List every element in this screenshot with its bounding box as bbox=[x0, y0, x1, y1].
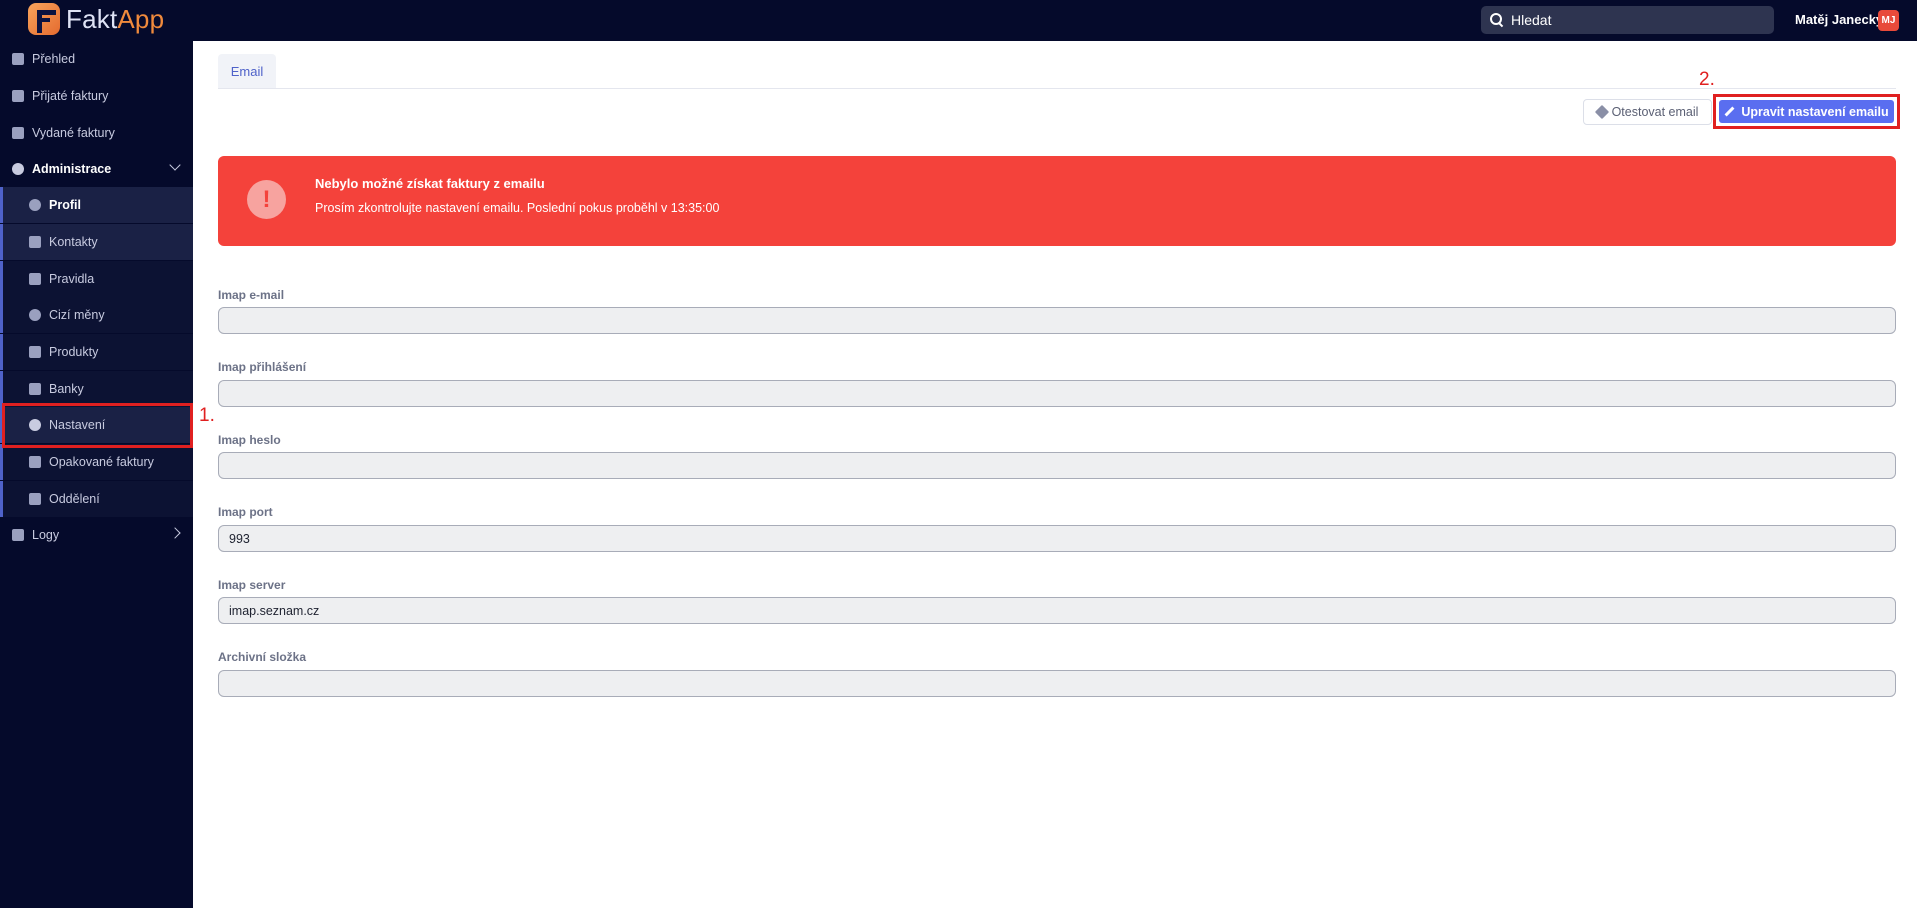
sidebar-item-label: Cizí měny bbox=[49, 308, 105, 322]
sidebar-item-vydane-faktury[interactable]: Vydané faktury bbox=[0, 115, 193, 151]
sidebar-item-label: Kontakty bbox=[49, 235, 98, 249]
annotation-step-1: 1. bbox=[199, 405, 215, 426]
building-icon bbox=[29, 493, 41, 505]
imap-server-field[interactable]: imap.seznam.cz bbox=[218, 597, 1896, 624]
alert-title: Nebylo možné získat faktury z emailu bbox=[315, 176, 545, 191]
calendar-icon bbox=[29, 456, 41, 468]
sidebar-item-prijate-faktury[interactable]: Přijaté faktury bbox=[0, 78, 193, 114]
search-box[interactable] bbox=[1481, 6, 1774, 34]
sidebar-item-profil[interactable]: Profil bbox=[0, 187, 193, 223]
sidebar-item-produkty[interactable]: Produkty bbox=[0, 334, 193, 370]
imap-email-label: Imap e-mail bbox=[218, 288, 285, 302]
sidebar-item-opakovane-faktury[interactable]: Opakované faktury bbox=[0, 444, 193, 480]
sidebar-item-prehled[interactable]: Přehled bbox=[0, 41, 193, 77]
sidebar-item-administrace[interactable]: Administrace bbox=[0, 151, 193, 187]
sidebar-item-label: Administrace bbox=[32, 162, 112, 176]
sidebar-item-banky[interactable]: Banky bbox=[0, 371, 193, 407]
avatar[interactable]: MJ bbox=[1878, 10, 1899, 31]
sidebar-item-label: Vydané faktury bbox=[32, 126, 115, 140]
pencil-icon bbox=[1724, 106, 1735, 117]
contacts-icon bbox=[29, 236, 41, 248]
app-name: FaktApp bbox=[66, 3, 165, 34]
sidebar: Přehled Přijaté faktury Vydané faktury A… bbox=[0, 41, 193, 908]
imap-port-label: Imap port bbox=[218, 505, 273, 519]
table-icon bbox=[29, 273, 41, 285]
chevron-down-icon bbox=[169, 159, 181, 171]
sidebar-item-kontakty[interactable]: Kontakty bbox=[0, 224, 193, 260]
test-email-label: Otestovat email bbox=[1611, 105, 1699, 119]
sidebar-item-label: Přehled bbox=[32, 52, 76, 66]
sidebar-item-label: Produkty bbox=[49, 345, 99, 359]
table-icon bbox=[12, 529, 24, 541]
coin-icon bbox=[29, 309, 41, 321]
bank-icon bbox=[29, 383, 41, 395]
box-icon bbox=[29, 346, 41, 358]
sidebar-item-label: Opakované faktury bbox=[49, 455, 154, 469]
archive-folder-label: Archivní složka bbox=[218, 650, 307, 664]
sidebar-item-label: Profil bbox=[49, 198, 81, 212]
user-circle-icon bbox=[29, 199, 41, 211]
search-icon bbox=[1489, 12, 1505, 28]
edit-email-settings-label: Upravit nastavení emailu bbox=[1741, 104, 1889, 119]
app-logo[interactable]: FaktApp bbox=[28, 3, 164, 35]
sidebar-item-oddeleni[interactable]: Oddělení bbox=[0, 481, 193, 517]
sidebar-item-label: Pravidla bbox=[49, 272, 95, 286]
top-bar: FaktApp Matěj Janecký MJ bbox=[0, 0, 1917, 41]
imap-server-label: Imap server bbox=[218, 578, 286, 592]
search-input[interactable] bbox=[1511, 12, 1761, 28]
annotation-step-2: 2. bbox=[1699, 69, 1715, 90]
imap-password-field[interactable] bbox=[218, 452, 1896, 479]
sidebar-item-label: Logy bbox=[32, 528, 60, 542]
sidebar-item-cizi-meny[interactable]: Cizí měny bbox=[0, 297, 193, 333]
imap-port-field[interactable]: 993 bbox=[218, 525, 1896, 552]
alert-text: Prosím zkontrolujte nastavení emailu. Po… bbox=[315, 201, 720, 215]
tab-email[interactable]: Email bbox=[218, 54, 276, 88]
document-icon bbox=[12, 90, 24, 102]
gears-icon bbox=[12, 163, 24, 175]
sidebar-item-logy[interactable]: Logy bbox=[0, 517, 193, 553]
sidebar-item-label: Oddělení bbox=[49, 492, 100, 506]
edit-email-settings-button[interactable]: Upravit nastavení emailu bbox=[1719, 100, 1894, 123]
annotation-highlight-nastaveni bbox=[2, 403, 193, 448]
magic-wand-icon bbox=[1594, 104, 1609, 120]
tab-divider bbox=[218, 88, 1896, 89]
archive-folder-field[interactable] bbox=[218, 670, 1896, 697]
exclamation-icon: ! bbox=[247, 180, 286, 219]
sidebar-item-label: Přijaté faktury bbox=[32, 89, 109, 103]
test-email-button[interactable]: Otestovat email bbox=[1583, 99, 1712, 125]
imap-email-field[interactable] bbox=[218, 307, 1896, 334]
imap-password-label: Imap heslo bbox=[218, 433, 281, 447]
annotation-highlight-edit: Upravit nastavení emailu bbox=[1713, 94, 1900, 129]
error-alert: ! Nebylo možné získat faktury z emailu P… bbox=[218, 156, 1896, 246]
imap-login-field[interactable] bbox=[218, 380, 1896, 407]
chart-icon bbox=[12, 53, 24, 65]
imap-login-label: Imap přihlášení bbox=[218, 360, 307, 374]
chevron-right-icon bbox=[169, 527, 181, 539]
sidebar-item-label: Banky bbox=[49, 382, 84, 396]
document-icon bbox=[12, 127, 24, 139]
sidebar-item-pravidla[interactable]: Pravidla bbox=[0, 261, 193, 297]
logo-icon bbox=[28, 3, 60, 35]
user-name[interactable]: Matěj Janecký bbox=[1795, 12, 1883, 27]
